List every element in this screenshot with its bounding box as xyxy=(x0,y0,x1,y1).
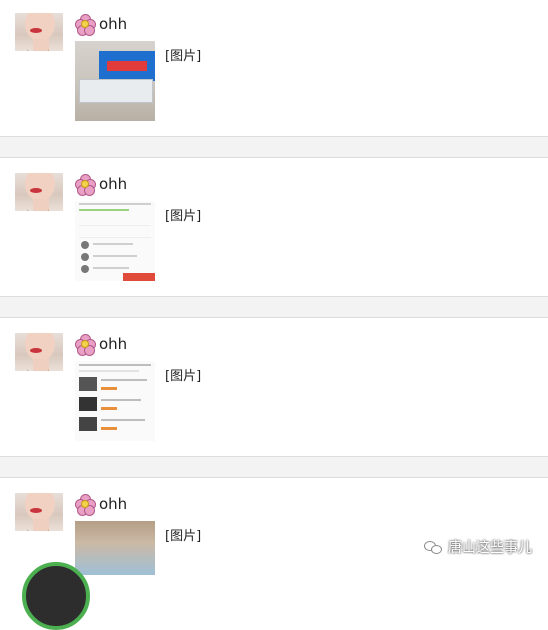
username[interactable]: ohh xyxy=(99,15,127,33)
flower-icon xyxy=(75,494,96,516)
watermark: 唐山这些事儿 xyxy=(424,537,532,557)
divider xyxy=(0,456,548,478)
image-thumbnail[interactable] xyxy=(75,41,155,121)
username[interactable]: ohh xyxy=(99,495,127,513)
image-label: [图片] xyxy=(165,209,202,224)
name-row: ohh xyxy=(75,173,127,196)
name-row: ohh xyxy=(75,333,127,356)
wechat-icon xyxy=(424,540,442,554)
username[interactable]: ohh xyxy=(99,335,127,353)
floating-button[interactable] xyxy=(22,562,90,630)
name-row: ohh xyxy=(75,493,127,516)
flower-icon xyxy=(75,174,96,196)
watermark-text: 唐山这些事儿 xyxy=(448,540,532,556)
image-thumbnail[interactable] xyxy=(75,521,155,575)
avatar[interactable] xyxy=(15,13,63,61)
list-item: ohh [图片] xyxy=(0,0,548,140)
list-item: ohh [图片] xyxy=(0,160,548,300)
avatar[interactable] xyxy=(15,333,63,381)
image-label: [图片] xyxy=(165,529,202,544)
image-thumbnail[interactable] xyxy=(75,361,155,441)
name-row: ohh xyxy=(75,13,127,36)
divider xyxy=(0,296,548,318)
list-item: ohh [图片] xyxy=(0,480,548,575)
image-label: [图片] xyxy=(165,369,202,384)
image-label: [图片] xyxy=(165,49,202,64)
username[interactable]: ohh xyxy=(99,175,127,193)
list-item: ohh [图片] xyxy=(0,320,548,460)
avatar[interactable] xyxy=(15,493,63,541)
flower-icon xyxy=(75,334,96,356)
flower-icon xyxy=(75,14,96,36)
image-thumbnail[interactable] xyxy=(75,201,155,281)
avatar[interactable] xyxy=(15,173,63,221)
divider xyxy=(0,136,548,158)
